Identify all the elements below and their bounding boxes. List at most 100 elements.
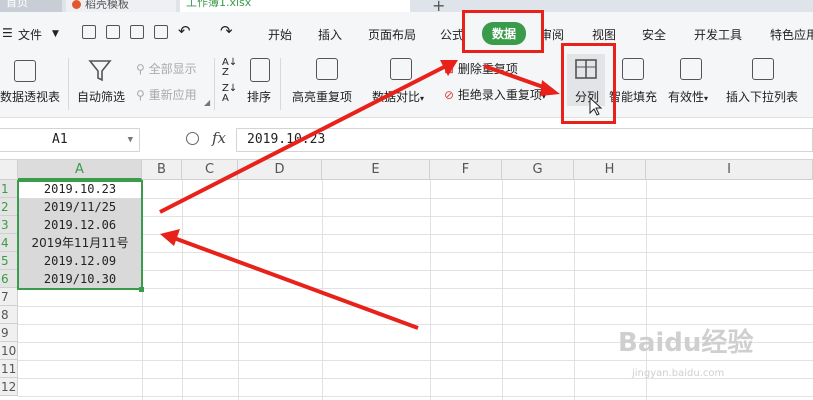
remove-duplicates-button[interactable]: ⊠ 删除重复项: [444, 60, 518, 77]
column-header-g[interactable]: G: [502, 160, 574, 180]
insert-dropdown-button[interactable]: 插入下拉列表: [726, 88, 798, 105]
ribbon-toolbar: 数据透视表 自动筛选 ⚲ 全部显示 ⚲ 重新应用 ◢ A↓ Z Z↓ A 排序 高亮…: [0, 54, 813, 118]
column-header-d[interactable]: D: [238, 160, 322, 180]
divider: [214, 58, 215, 110]
smart-fill-icon: [622, 58, 644, 80]
tab-special[interactable]: 特色应用: [770, 26, 813, 43]
row-header[interactable]: 10: [0, 342, 18, 360]
sort-asc-icon[interactable]: A↓ Z: [222, 58, 237, 78]
tab-start[interactable]: 开始: [268, 26, 292, 43]
row-header[interactable]: 5: [0, 252, 18, 270]
insert-dropdown-icon: [752, 58, 774, 80]
menu-bar: ☰ 文件 ▼ ↶ ↷ 开始 插入 页面布局 公式 数据 审阅 视图 安全 开发工…: [0, 12, 813, 54]
gridline: [646, 180, 647, 400]
divider: [68, 58, 69, 110]
redo-icon[interactable]: ↷: [220, 22, 233, 40]
gridline: [18, 342, 813, 343]
pivot-table-icon: [14, 60, 36, 82]
tab-templates[interactable]: 稻壳模板: [66, 0, 176, 12]
gridline: [182, 180, 183, 400]
chevron-down-icon[interactable]: ▼: [128, 129, 133, 151]
template-icon: [72, 0, 81, 9]
group-launcher-icon[interactable]: ◢: [204, 98, 210, 107]
tab-home[interactable]: 首页: [0, 0, 62, 12]
row-header[interactable]: 7: [0, 288, 18, 306]
highlight-duplicates-icon: [316, 58, 338, 80]
sort-button[interactable]: 排序: [247, 88, 271, 105]
divider: [280, 58, 281, 110]
column-header-f[interactable]: F: [430, 160, 502, 180]
gridline: [18, 396, 813, 397]
row-header[interactable]: 6: [0, 270, 18, 288]
chevron-down-icon[interactable]: ▼: [52, 29, 59, 39]
highlight-duplicates-button[interactable]: 高亮重复项: [292, 88, 352, 105]
document-tab-strip: 首页 稻壳模板 工作簿1.xlsx +: [0, 0, 813, 12]
gridline: [18, 306, 813, 307]
tab-review[interactable]: 审阅: [540, 26, 564, 43]
row-header[interactable]: 4: [0, 234, 18, 252]
row-header[interactable]: 3: [0, 216, 18, 234]
column-header-e[interactable]: E: [322, 160, 430, 180]
print-icon[interactable]: [130, 25, 144, 39]
select-all-corner[interactable]: [0, 160, 18, 180]
zoom-icon[interactable]: [186, 132, 199, 145]
export-icon[interactable]: [106, 25, 120, 39]
hamburger-icon[interactable]: ☰: [2, 26, 13, 40]
row-header[interactable]: 1: [0, 180, 18, 198]
pivot-table-button[interactable]: 数据透视表: [0, 88, 60, 105]
gridline: [574, 180, 575, 400]
column-header-c[interactable]: C: [182, 160, 238, 180]
tab-data[interactable]: 数据: [482, 22, 527, 45]
fill-handle[interactable]: [139, 287, 144, 292]
gridline: [430, 180, 431, 400]
data-compare-button[interactable]: 数据对比▾: [372, 88, 424, 105]
reapply-icon: ⚲: [136, 88, 149, 102]
remove-duplicates-icon: ⊠: [444, 62, 458, 76]
data-compare-icon: [390, 58, 412, 80]
row-header[interactable]: 2: [0, 198, 18, 216]
column-header-i[interactable]: I: [646, 160, 813, 180]
name-box[interactable]: A1 ▼: [0, 128, 140, 152]
gridline: [18, 378, 813, 379]
tab-page-layout[interactable]: 页面布局: [368, 26, 416, 43]
show-all-button[interactable]: ⚲ 全部显示: [136, 60, 197, 77]
preview-icon[interactable]: [154, 25, 168, 39]
row-header[interactable]: 9: [0, 324, 18, 342]
tab-developer[interactable]: 开发工具: [694, 26, 742, 43]
row-header[interactable]: 11: [0, 360, 18, 378]
tab-security[interactable]: 安全: [642, 26, 666, 43]
gridline: [238, 180, 239, 400]
column-header-a[interactable]: A: [18, 160, 142, 180]
save-icon[interactable]: [82, 25, 96, 39]
split-column-icon: [575, 59, 597, 79]
smart-fill-button[interactable]: 智能填充: [609, 88, 657, 105]
validity-icon: [680, 58, 702, 80]
filter-icon: [88, 60, 112, 82]
reapply-button[interactable]: ⚲ 重新应用: [136, 86, 197, 103]
formula-input[interactable]: 2019.10.23: [236, 128, 813, 152]
tab-view[interactable]: 视图: [592, 26, 616, 43]
row-header[interactable]: 8: [0, 306, 18, 324]
tab-formula[interactable]: 公式: [440, 26, 464, 43]
show-all-icon: ⚲: [136, 62, 149, 76]
column-header-b[interactable]: B: [142, 160, 182, 180]
reject-duplicates-button[interactable]: ⊘ 拒绝录入重复项▾: [444, 86, 546, 103]
auto-filter-button[interactable]: 自动筛选: [77, 88, 125, 105]
fx-label[interactable]: fx: [212, 129, 226, 147]
sort-desc-icon[interactable]: Z↓ A: [222, 84, 237, 104]
gridline: [502, 180, 503, 400]
tab-insert[interactable]: 插入: [318, 26, 342, 43]
tab-workbook[interactable]: 工作簿1.xlsx: [180, 0, 410, 12]
validity-button[interactable]: 有效性▾: [668, 88, 708, 105]
gridline: [322, 180, 323, 400]
mouse-cursor-icon: [589, 97, 603, 116]
reject-duplicates-icon: ⊘: [444, 88, 458, 102]
menu-file[interactable]: 文件: [18, 26, 42, 43]
selection-range: [17, 180, 143, 290]
row-header[interactable]: 12: [0, 378, 18, 396]
gridline: [18, 360, 813, 361]
undo-icon[interactable]: ↶: [178, 22, 191, 40]
gridline: [18, 324, 813, 325]
new-tab-icon[interactable]: +: [432, 0, 445, 12]
column-header-h[interactable]: H: [574, 160, 646, 180]
